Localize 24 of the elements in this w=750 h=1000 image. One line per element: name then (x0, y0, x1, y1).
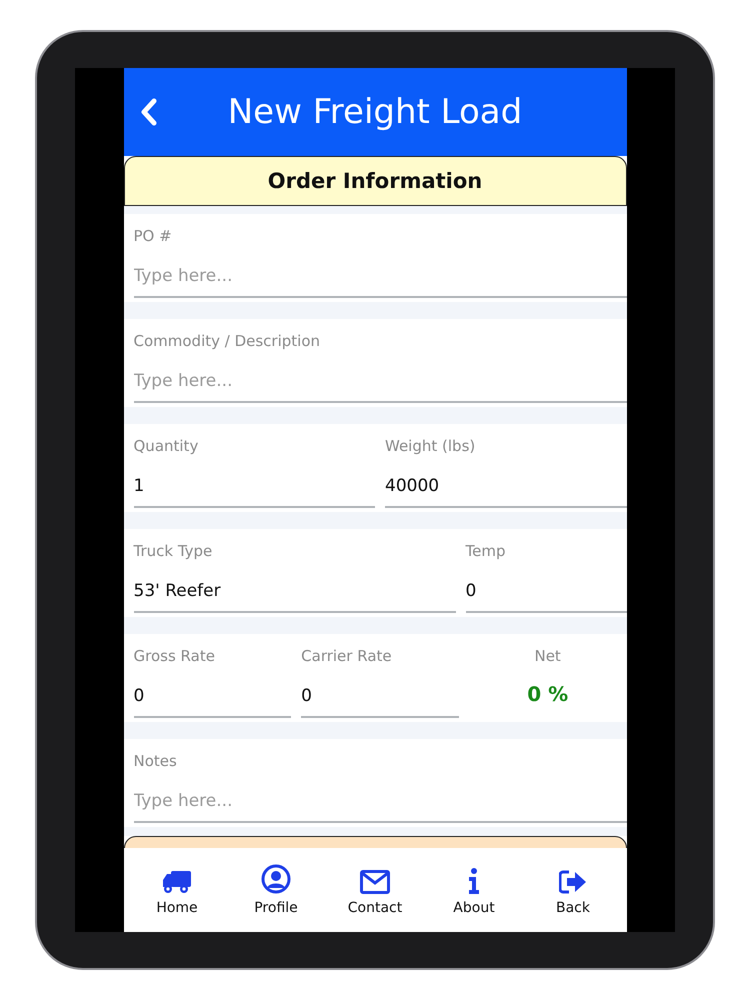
nav-tab[interactable]: Home (132, 864, 222, 916)
field-label: PO # (134, 226, 173, 247)
field-label: Weight (lbs) (385, 436, 476, 457)
section-header: Order Information (124, 156, 626, 206)
field-label: Notes (134, 751, 178, 772)
nav-tab[interactable]: Contact (330, 864, 420, 916)
nav-tab[interactable]: Profile (231, 864, 321, 916)
user-circle-icon (261, 864, 291, 894)
screen-title: New Freight Load (228, 92, 522, 132)
nav-tab[interactable]: Back (528, 864, 618, 916)
field-label: Temp (466, 541, 506, 562)
truck-icon (162, 870, 192, 894)
envelope-icon (360, 870, 390, 894)
field-label: Truck Type (134, 541, 214, 562)
field-label: Commodity / Description (134, 331, 322, 352)
sign-out-icon (559, 870, 587, 894)
field-label: Net (534, 646, 561, 667)
net-value: 0 % (527, 682, 568, 706)
field-label: Carrier Rate (301, 646, 393, 667)
info-icon (468, 868, 480, 894)
field-label: Quantity (134, 436, 200, 457)
field-label: Gross Rate (134, 646, 216, 667)
nav-tab[interactable]: About (429, 864, 519, 916)
back-chevron-icon[interactable] (140, 98, 158, 126)
